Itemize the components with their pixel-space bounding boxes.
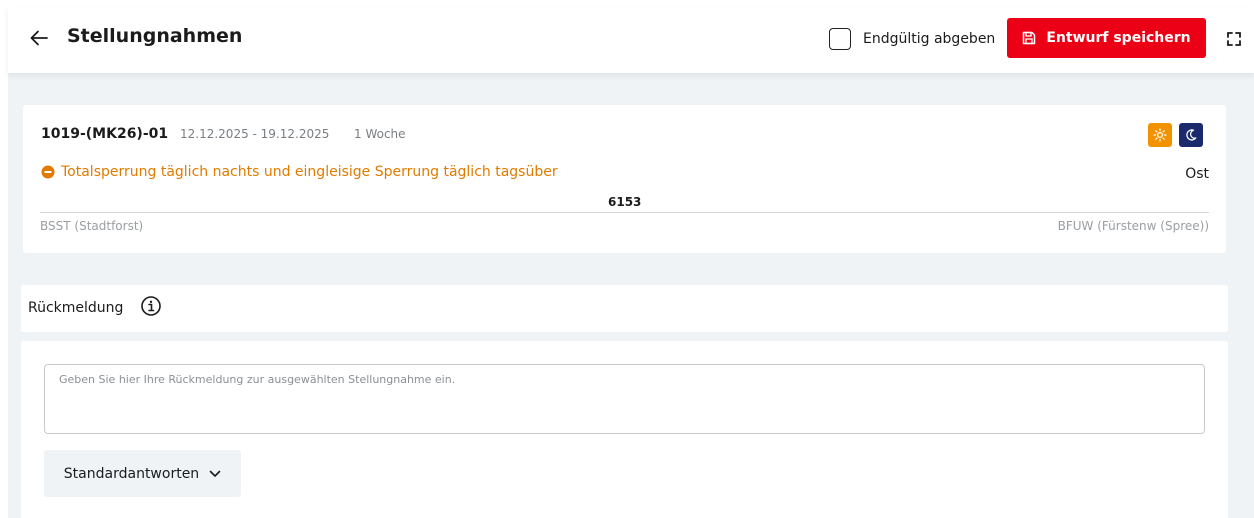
save-draft-label: Entwurf speichern: [1046, 30, 1191, 46]
save-draft-button[interactable]: Entwurf speichern: [1007, 18, 1206, 58]
arrow-left-icon: [30, 30, 48, 46]
feedback-title: Rückmeldung: [28, 300, 124, 316]
closure-text: Totalsperrung täglich nachts und einglei…: [61, 164, 558, 180]
line-number: 6153: [608, 195, 642, 209]
floppy-disk-icon: [1023, 31, 1036, 45]
measure-card: 1019-(MK26)-01 12.12.2025 - 19.12.2025 1…: [23, 105, 1226, 253]
measure-date-range: 12.12.2025 - 19.12.2025: [180, 127, 330, 141]
top-bar: Stellungnahmen Endgültig abgeben Entwurf…: [8, 7, 1254, 73]
info-button[interactable]: [140, 295, 162, 317]
standard-answers-dropdown[interactable]: Standardantworten: [44, 450, 241, 497]
fullscreen-icon: [1227, 32, 1241, 46]
to-station: BFUW (Fürstenw (Spree)): [1057, 219, 1209, 233]
final-submit-toggle[interactable]: Endgültig abgeben: [829, 26, 995, 52]
moon-icon: [1186, 129, 1197, 141]
direction-label: Ost: [1185, 166, 1209, 182]
standard-answers-label: Standardantworten: [63, 465, 200, 482]
from-station: BSST (Stadtforst): [40, 219, 144, 233]
measure-duration: 1 Woche: [354, 127, 406, 141]
final-submit-checkbox[interactable]: [829, 28, 851, 50]
chevron-down-icon: [209, 470, 221, 477]
final-submit-label: Endgültig abgeben: [863, 31, 996, 47]
page-title: Stellungnahmen: [67, 25, 243, 47]
feedback-header: Rückmeldung: [21, 285, 1228, 332]
day-badge: [1148, 123, 1172, 147]
info-icon: [141, 296, 161, 316]
feedback-body: Standardantworten: [21, 341, 1228, 518]
content-area: 1019-(MK26)-01 12.12.2025 - 19.12.2025 1…: [8, 73, 1254, 518]
route-line: [40, 212, 1209, 213]
fullscreen-button[interactable]: [1223, 28, 1245, 50]
back-button[interactable]: [28, 26, 50, 50]
sun-icon: [1153, 128, 1167, 142]
feedback-input[interactable]: [44, 364, 1205, 434]
measure-id: 1019-(MK26)-01: [41, 126, 169, 142]
minus-circle-icon: [41, 165, 55, 179]
closure-info: Totalsperrung täglich nachts und einglei…: [41, 164, 558, 180]
night-badge: [1179, 123, 1203, 147]
